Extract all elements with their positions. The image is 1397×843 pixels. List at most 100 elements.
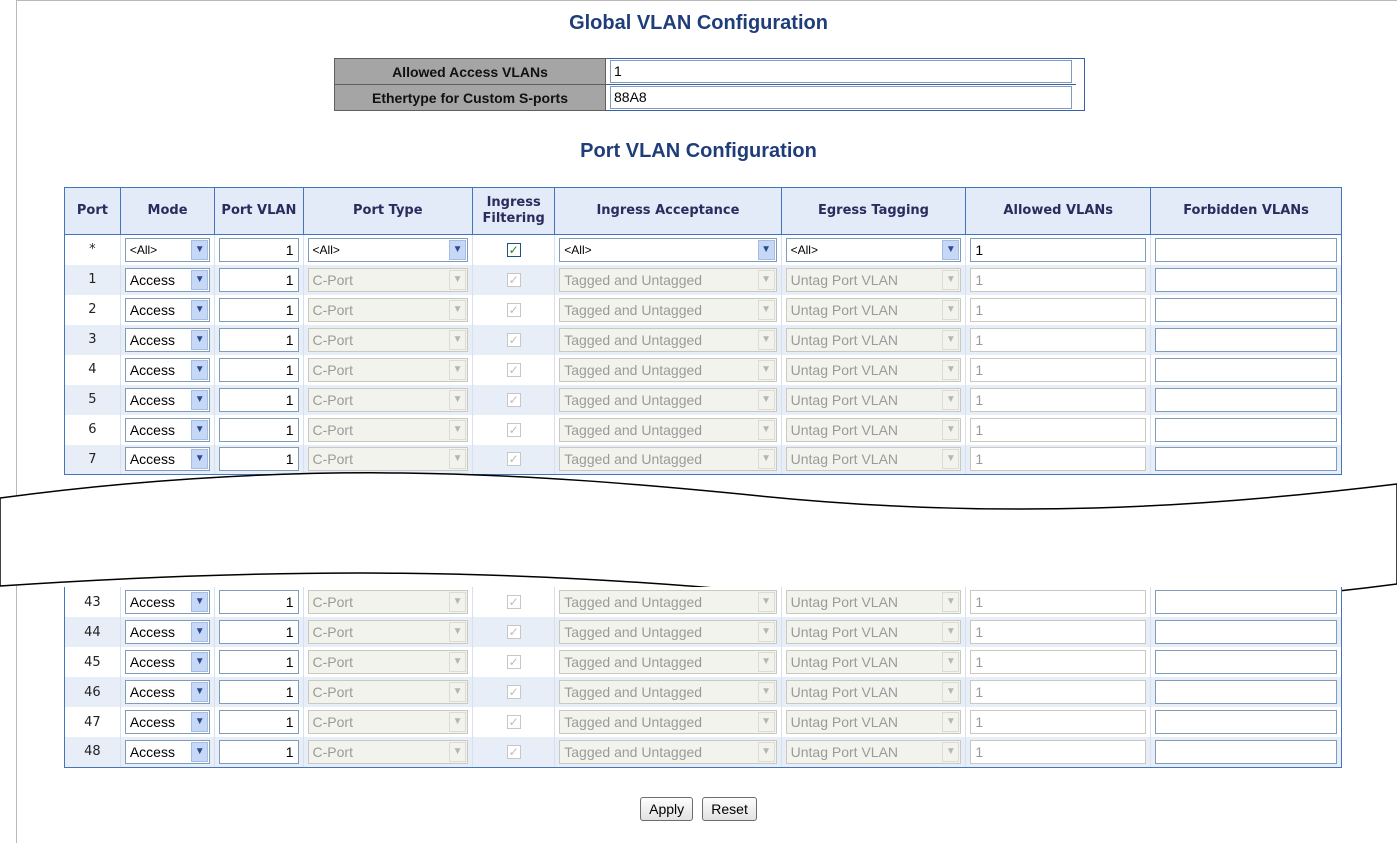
port-number: 47 bbox=[64, 707, 121, 737]
chevron-down-icon: ▼ bbox=[757, 359, 775, 380]
chevron-down-icon: ▼ bbox=[757, 239, 775, 260]
port-number: 43 bbox=[64, 587, 121, 617]
ingress-acceptance-select: Tagged and Untagged ▼ bbox=[559, 357, 777, 382]
port-vlan-input[interactable]: 1 bbox=[219, 267, 299, 292]
port-number: 45 bbox=[64, 647, 121, 677]
mode-select[interactable]: Access ▼ bbox=[124, 620, 211, 644]
allowed-vlans-input: 1 bbox=[970, 620, 1147, 644]
allowed-vlans-input: 1 bbox=[970, 739, 1147, 764]
ingress-filtering-checkbox: ✓ bbox=[506, 302, 521, 317]
col-port: Port bbox=[64, 187, 121, 235]
apply-button[interactable]: Apply bbox=[640, 797, 694, 821]
reset-button[interactable]: Reset bbox=[702, 797, 757, 821]
mode-value: Access bbox=[129, 421, 175, 438]
chevron-down-icon: ▼ bbox=[191, 592, 209, 612]
port-vlan-table: Port Mode Port VLAN Port Type Ingress Fi… bbox=[64, 187, 1342, 475]
table-row: 44 Access ▼ 1 C-Port ▼ ✓ Tagged and Untagg… bbox=[64, 617, 1342, 647]
port-vlan-input[interactable]: 1 bbox=[219, 710, 299, 734]
port-vlan-input[interactable]: 1 bbox=[219, 297, 299, 322]
chevron-down-icon: ▼ bbox=[449, 239, 467, 260]
ingress-acceptance-select[interactable]: <All> ▼ bbox=[559, 237, 777, 262]
col-ingress-filtering: Ingress Filtering bbox=[472, 187, 556, 235]
port-vlan-input[interactable]: 1 bbox=[219, 387, 299, 412]
port-type-select: C-Port ▼ bbox=[307, 590, 469, 614]
chevron-down-icon: ▼ bbox=[449, 359, 467, 380]
ingress-filtering-checkbox[interactable]: ✓ bbox=[506, 242, 521, 257]
forbidden-vlans-input[interactable] bbox=[1155, 417, 1337, 442]
forbidden-vlans-input[interactable] bbox=[1155, 327, 1337, 352]
ingress-acceptance-value: Tagged and Untagged bbox=[564, 421, 703, 438]
egress-tagging-select[interactable]: <All> ▼ bbox=[785, 237, 962, 262]
allowed-vlans-input: 1 bbox=[970, 590, 1147, 614]
port-vlan-input[interactable]: 1 bbox=[219, 650, 299, 674]
forbidden-vlans-input[interactable] bbox=[1155, 739, 1337, 764]
allowed-access-vlans-label: Allowed Access VLANs bbox=[334, 58, 606, 85]
chevron-down-icon: ▼ bbox=[942, 359, 960, 380]
egress-tagging-value: Untag Port VLAN bbox=[790, 331, 899, 348]
port-vlan-input[interactable]: 1 bbox=[219, 417, 299, 442]
mode-select[interactable]: Access ▼ bbox=[124, 327, 211, 352]
port-vlan-input[interactable]: 1 bbox=[219, 327, 299, 352]
forbidden-vlans-input[interactable] bbox=[1155, 297, 1337, 322]
col-forbidden-vlans: Forbidden VLANs bbox=[1150, 187, 1342, 235]
ingress-acceptance-select: Tagged and Untagged ▼ bbox=[559, 650, 777, 674]
mode-select[interactable]: Access ▼ bbox=[124, 650, 211, 674]
port-number: 1 bbox=[64, 264, 121, 295]
forbidden-vlans-input[interactable] bbox=[1155, 357, 1337, 382]
port-vlan-input[interactable]: 1 bbox=[219, 590, 299, 614]
egress-tagging-select: Untag Port VLAN ▼ bbox=[785, 417, 962, 442]
port-vlan-input[interactable]: 1 bbox=[219, 620, 299, 644]
chevron-down-icon: ▼ bbox=[449, 389, 467, 410]
port-vlan-input[interactable]: 1 bbox=[219, 357, 299, 382]
ingress-acceptance-select: Tagged and Untagged ▼ bbox=[559, 620, 777, 644]
button-bar: Apply Reset bbox=[0, 797, 1397, 821]
table-row: 1 Access ▼ 1 C-Port ▼ ✓ Tagged and Untagge… bbox=[64, 264, 1342, 295]
egress-tagging-select: Untag Port VLAN ▼ bbox=[785, 620, 962, 644]
forbidden-vlans-input[interactable] bbox=[1155, 680, 1337, 704]
ethertype-input[interactable]: 88A8 bbox=[610, 86, 1072, 109]
mode-select[interactable]: Access ▼ bbox=[124, 680, 211, 704]
port-type-select[interactable]: <All> ▼ bbox=[307, 237, 469, 262]
forbidden-vlans-input[interactable] bbox=[1155, 387, 1337, 412]
forbidden-vlans-input[interactable] bbox=[1155, 710, 1337, 734]
port-vlan-input[interactable]: 1 bbox=[219, 237, 299, 262]
mode-select[interactable]: Access ▼ bbox=[124, 739, 211, 764]
ingress-acceptance-value: Tagged and Untagged bbox=[564, 684, 703, 700]
chevron-down-icon: ▼ bbox=[757, 652, 775, 672]
chevron-down-icon: ▼ bbox=[757, 592, 775, 612]
chevron-down-icon: ▼ bbox=[757, 329, 775, 350]
mode-select[interactable]: Access ▼ bbox=[124, 267, 211, 292]
forbidden-vlans-input[interactable] bbox=[1155, 620, 1337, 644]
forbidden-vlans-input[interactable] bbox=[1155, 267, 1337, 292]
egress-tagging-select: Untag Port VLAN ▼ bbox=[785, 680, 962, 704]
mode-select[interactable]: Access ▼ bbox=[124, 590, 211, 614]
col-port-vlan: Port VLAN bbox=[214, 187, 304, 235]
mode-select[interactable]: Access ▼ bbox=[124, 710, 211, 734]
port-number: 4 bbox=[64, 354, 121, 385]
mode-select[interactable]: Access ▼ bbox=[124, 297, 211, 322]
mode-select[interactable]: Access ▼ bbox=[124, 357, 211, 382]
forbidden-vlans-input[interactable] bbox=[1155, 590, 1337, 614]
allowed-vlans-input: 1 bbox=[970, 327, 1147, 352]
mode-value: Access bbox=[129, 594, 175, 610]
mode-select[interactable]: <All> ▼ bbox=[124, 237, 211, 262]
chevron-down-icon: ▼ bbox=[942, 622, 960, 642]
mode-select[interactable]: Access ▼ bbox=[124, 387, 211, 412]
forbidden-vlans-input[interactable] bbox=[1155, 237, 1337, 262]
port-vlan-input[interactable]: 1 bbox=[219, 739, 299, 764]
ingress-acceptance-value: <All> bbox=[564, 242, 592, 257]
ingress-filtering-checkbox: ✓ bbox=[506, 655, 521, 669]
chevron-down-icon: ▼ bbox=[191, 712, 209, 732]
chevron-down-icon: ▼ bbox=[757, 299, 775, 320]
mode-value: Access bbox=[129, 271, 175, 288]
forbidden-vlans-input[interactable] bbox=[1155, 650, 1337, 674]
allowed-vlans-input[interactable]: 1 bbox=[970, 237, 1147, 262]
allowed-vlans-input: 1 bbox=[970, 710, 1147, 734]
mode-select[interactable]: Access ▼ bbox=[124, 417, 211, 442]
ingress-acceptance-value: Tagged and Untagged bbox=[564, 331, 703, 348]
port-number: * bbox=[64, 234, 121, 265]
ingress-acceptance-value: Tagged and Untagged bbox=[564, 271, 703, 288]
port-type-value: C-Port bbox=[312, 594, 353, 610]
allowed-access-vlans-input[interactable]: 1 bbox=[610, 60, 1072, 83]
port-vlan-input[interactable]: 1 bbox=[219, 680, 299, 704]
